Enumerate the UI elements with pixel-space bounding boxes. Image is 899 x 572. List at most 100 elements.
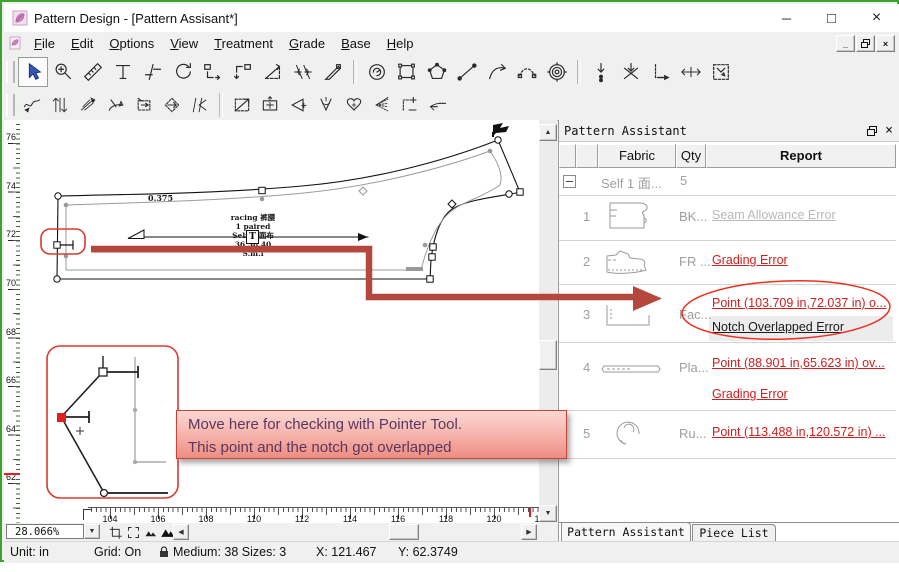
- measure-icon[interactable]: [78, 57, 108, 87]
- mvpoint-icon[interactable]: [74, 92, 102, 118]
- walk-icon[interactable]: [362, 57, 392, 87]
- mdi-minimize-icon[interactable]: _: [836, 35, 855, 52]
- annotation-tooltip: Move here for checking with Pointer Tool…: [176, 410, 567, 459]
- curve-icon[interactable]: [482, 57, 512, 87]
- mdi-restore-icon[interactable]: [856, 35, 875, 52]
- menu-bar: File Edit Options View Treatment Grade B…: [4, 32, 899, 55]
- circles-icon[interactable]: [542, 57, 572, 87]
- panel-close-icon[interactable]: ×: [882, 124, 896, 138]
- pointer-icon[interactable]: [18, 57, 48, 87]
- status-x: X: 121.467: [316, 545, 376, 559]
- col-header-fabric[interactable]: Fabric: [598, 144, 676, 168]
- wave-icon[interactable]: [18, 92, 46, 118]
- row-fabric: Ru...: [679, 426, 706, 441]
- hearts-icon[interactable]: [340, 92, 368, 118]
- canvas-vscrollbar[interactable]: ▲ ▼: [539, 120, 557, 523]
- hscroll-thumb[interactable]: [389, 524, 419, 540]
- row-num: 2: [583, 254, 590, 269]
- minimize-button[interactable]: ─: [764, 4, 809, 32]
- report-link[interactable]: Notch Overlapped Error: [712, 320, 844, 334]
- menu-base[interactable]: Base: [333, 34, 379, 53]
- arcmeasure-icon[interactable]: [102, 92, 130, 118]
- pleat-icon[interactable]: [46, 92, 74, 118]
- dartsym-icon[interactable]: [158, 92, 186, 118]
- status-grid: Grid: On: [94, 545, 141, 559]
- sizebox-icon[interactable]: [256, 92, 284, 118]
- scroll-down-icon[interactable]: ▼: [539, 505, 557, 522]
- report-link[interactable]: Grading Error: [712, 387, 788, 401]
- fit-frame-icon[interactable]: [107, 524, 124, 540]
- collapse-icon[interactable]: [563, 175, 576, 188]
- row-fabric: BK...: [679, 209, 707, 224]
- report-link[interactable]: Point (113.488 in,120.572 in) ...: [712, 425, 886, 439]
- rotate-icon[interactable]: [168, 57, 198, 87]
- menu-view[interactable]: View: [162, 34, 206, 53]
- fanv-icon[interactable]: [312, 92, 340, 118]
- hruler-label: 116: [383, 514, 413, 523]
- report-link[interactable]: Seam Allowance Error: [712, 208, 836, 222]
- mirror-icon[interactable]: [228, 92, 256, 118]
- xpoint-icon[interactable]: [616, 57, 646, 87]
- menu-file[interactable]: File: [26, 34, 63, 53]
- maximize-button[interactable]: □: [809, 4, 854, 32]
- rect-icon[interactable]: [392, 57, 422, 87]
- panel-dock-icon[interactable]: [865, 124, 879, 138]
- fit-window-icon[interactable]: [125, 524, 142, 540]
- boxsel-icon[interactable]: [706, 57, 736, 87]
- notchmv-icon[interactable]: [186, 92, 214, 118]
- zoom-level-input[interactable]: 28.066%: [6, 524, 84, 539]
- cornerc-icon[interactable]: [424, 92, 452, 118]
- shiftxy-icon[interactable]: [288, 57, 318, 87]
- vruler-label: 66: [4, 375, 16, 385]
- vruler-label: 74: [4, 181, 16, 191]
- zoom-dropdown-icon[interactable]: ▼: [84, 524, 100, 539]
- menu-options[interactable]: Options: [101, 34, 162, 53]
- curve-point-diamond: [448, 200, 456, 208]
- menu-grade[interactable]: Grade: [281, 34, 333, 53]
- col-header-qty[interactable]: Qty: [676, 144, 706, 168]
- text-marker-box[interactable]: T: [246, 230, 259, 244]
- movex-icon[interactable]: [198, 57, 228, 87]
- skew-icon[interactable]: [258, 57, 288, 87]
- horizontal-ruler: 104 106 108 110 112 114 116 118 120 122: [88, 507, 539, 523]
- mpoint-icon[interactable]: [676, 57, 706, 87]
- scroll-right-icon[interactable]: ▶: [521, 524, 537, 540]
- zoom-icon[interactable]: [48, 57, 78, 87]
- row-fabric: Fac...: [679, 307, 712, 322]
- close-button[interactable]: ×: [854, 4, 899, 32]
- dpoint-icon[interactable]: [586, 57, 616, 87]
- dartl-icon[interactable]: [284, 92, 312, 118]
- report-link[interactable]: Point (103.709 in,72.037 in) o...: [712, 296, 886, 310]
- menu-help[interactable]: Help: [379, 34, 422, 53]
- report-link[interactable]: Point (88.901 in,65.623 in) ov...: [712, 356, 885, 370]
- vscroll-thumb[interactable]: [539, 340, 557, 370]
- zoom-out-mountain-icon[interactable]: [142, 524, 159, 540]
- scroll-up-icon[interactable]: ▲: [539, 124, 557, 141]
- title-bar: Pattern Design - [Pattern Assisant*] ─ □…: [4, 4, 899, 32]
- tab-piece-list[interactable]: Piece List: [692, 524, 776, 541]
- scroll-left-icon[interactable]: ◀: [173, 524, 189, 540]
- pen-icon[interactable]: [318, 57, 348, 87]
- text-icon[interactable]: [108, 57, 138, 87]
- dotarc-icon[interactable]: [512, 57, 542, 87]
- cornert-icon[interactable]: [396, 92, 424, 118]
- break-icon[interactable]: [138, 57, 168, 87]
- cpoint-icon[interactable]: [646, 57, 676, 87]
- mdi-close-icon[interactable]: ×: [876, 35, 895, 52]
- group-fabric: Self 1 面...: [601, 173, 662, 192]
- menu-edit[interactable]: Edit: [63, 34, 101, 53]
- fanr-icon[interactable]: [368, 92, 396, 118]
- report-link[interactable]: Grading Error: [712, 253, 788, 267]
- menu-treatment[interactable]: Treatment: [206, 34, 281, 53]
- movey-icon[interactable]: [228, 57, 258, 87]
- app-logo-icon: [12, 10, 28, 26]
- ruler-origin-mark: [83, 509, 92, 520]
- thumb-front-piece: [603, 245, 659, 282]
- col-header-report[interactable]: Report: [706, 144, 896, 168]
- stretch-icon[interactable]: [130, 92, 158, 118]
- line-icon[interactable]: [452, 57, 482, 87]
- drawing-canvas[interactable]: racing 裤腰 1 paired Self 1 面布 36,38,40 S.…: [20, 120, 539, 523]
- polygon-icon[interactable]: [422, 57, 452, 87]
- tab-pattern-assistant[interactable]: Pattern Assistant: [561, 522, 691, 541]
- toolbar-secondary: [4, 90, 899, 121]
